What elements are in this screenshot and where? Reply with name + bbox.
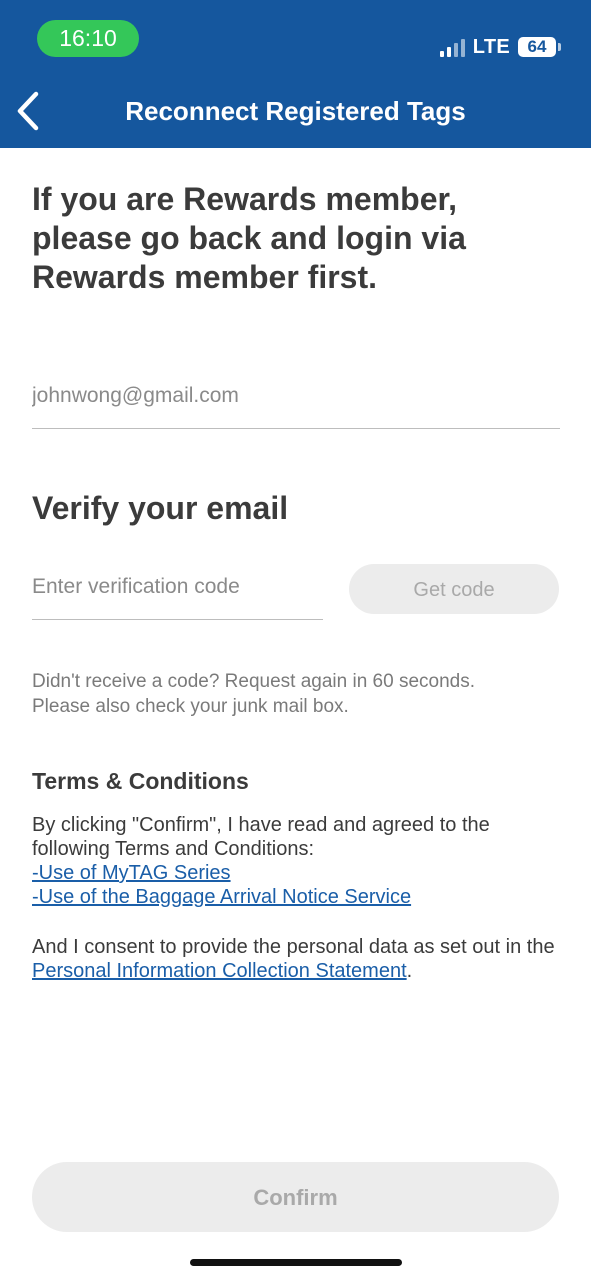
email-field-wrapper: [32, 384, 560, 429]
consent-text: And I consent to provide the personal da…: [32, 935, 572, 983]
verify-email-heading: Verify your email: [32, 490, 289, 526]
terms-intro: By clicking "Confirm", I have read and a…: [32, 814, 490, 860]
confirm-button[interactable]: Confirm: [32, 1162, 559, 1232]
page-title: Reconnect Registered Tags: [125, 96, 466, 126]
terms-body: By clicking "Confirm", I have read and a…: [32, 813, 572, 909]
status-time: 16:10: [37, 20, 139, 57]
terms-heading: Terms & Conditions: [32, 768, 249, 794]
baggage-notice-terms-link[interactable]: -Use of the Baggage Arrival Notice Servi…: [32, 886, 411, 908]
home-indicator[interactable]: [190, 1259, 402, 1266]
resend-hint-line2: Please also check your junk mail box.: [32, 696, 349, 717]
app-header: 16:10 LTE 64 Reconnect Registered Tags: [0, 0, 591, 148]
resend-hint-line1: Didn't receive a code? Request again in …: [32, 671, 476, 692]
battery-tip: [558, 43, 561, 51]
get-code-button[interactable]: Get code: [349, 564, 559, 614]
mytag-terms-link[interactable]: -Use of MyTAG Series: [32, 862, 231, 884]
consent-prefix: And I consent to provide the personal da…: [32, 936, 555, 958]
verification-code-input[interactable]: [32, 575, 323, 599]
rewards-notice-heading: If you are Rewards member, please go bac…: [32, 181, 466, 295]
battery-icon: 64: [518, 37, 556, 57]
pics-link[interactable]: Personal Information Collection Statemen…: [32, 960, 407, 982]
network-type: LTE: [472, 35, 510, 58]
email-input[interactable]: [32, 384, 560, 408]
consent-suffix: .: [406, 960, 413, 982]
resend-hint: Didn't receive a code? Request again in …: [32, 669, 572, 719]
status-indicators: LTE 64: [439, 33, 561, 61]
signal-strength-icon: [439, 37, 465, 57]
code-field-wrapper: [32, 575, 323, 620]
